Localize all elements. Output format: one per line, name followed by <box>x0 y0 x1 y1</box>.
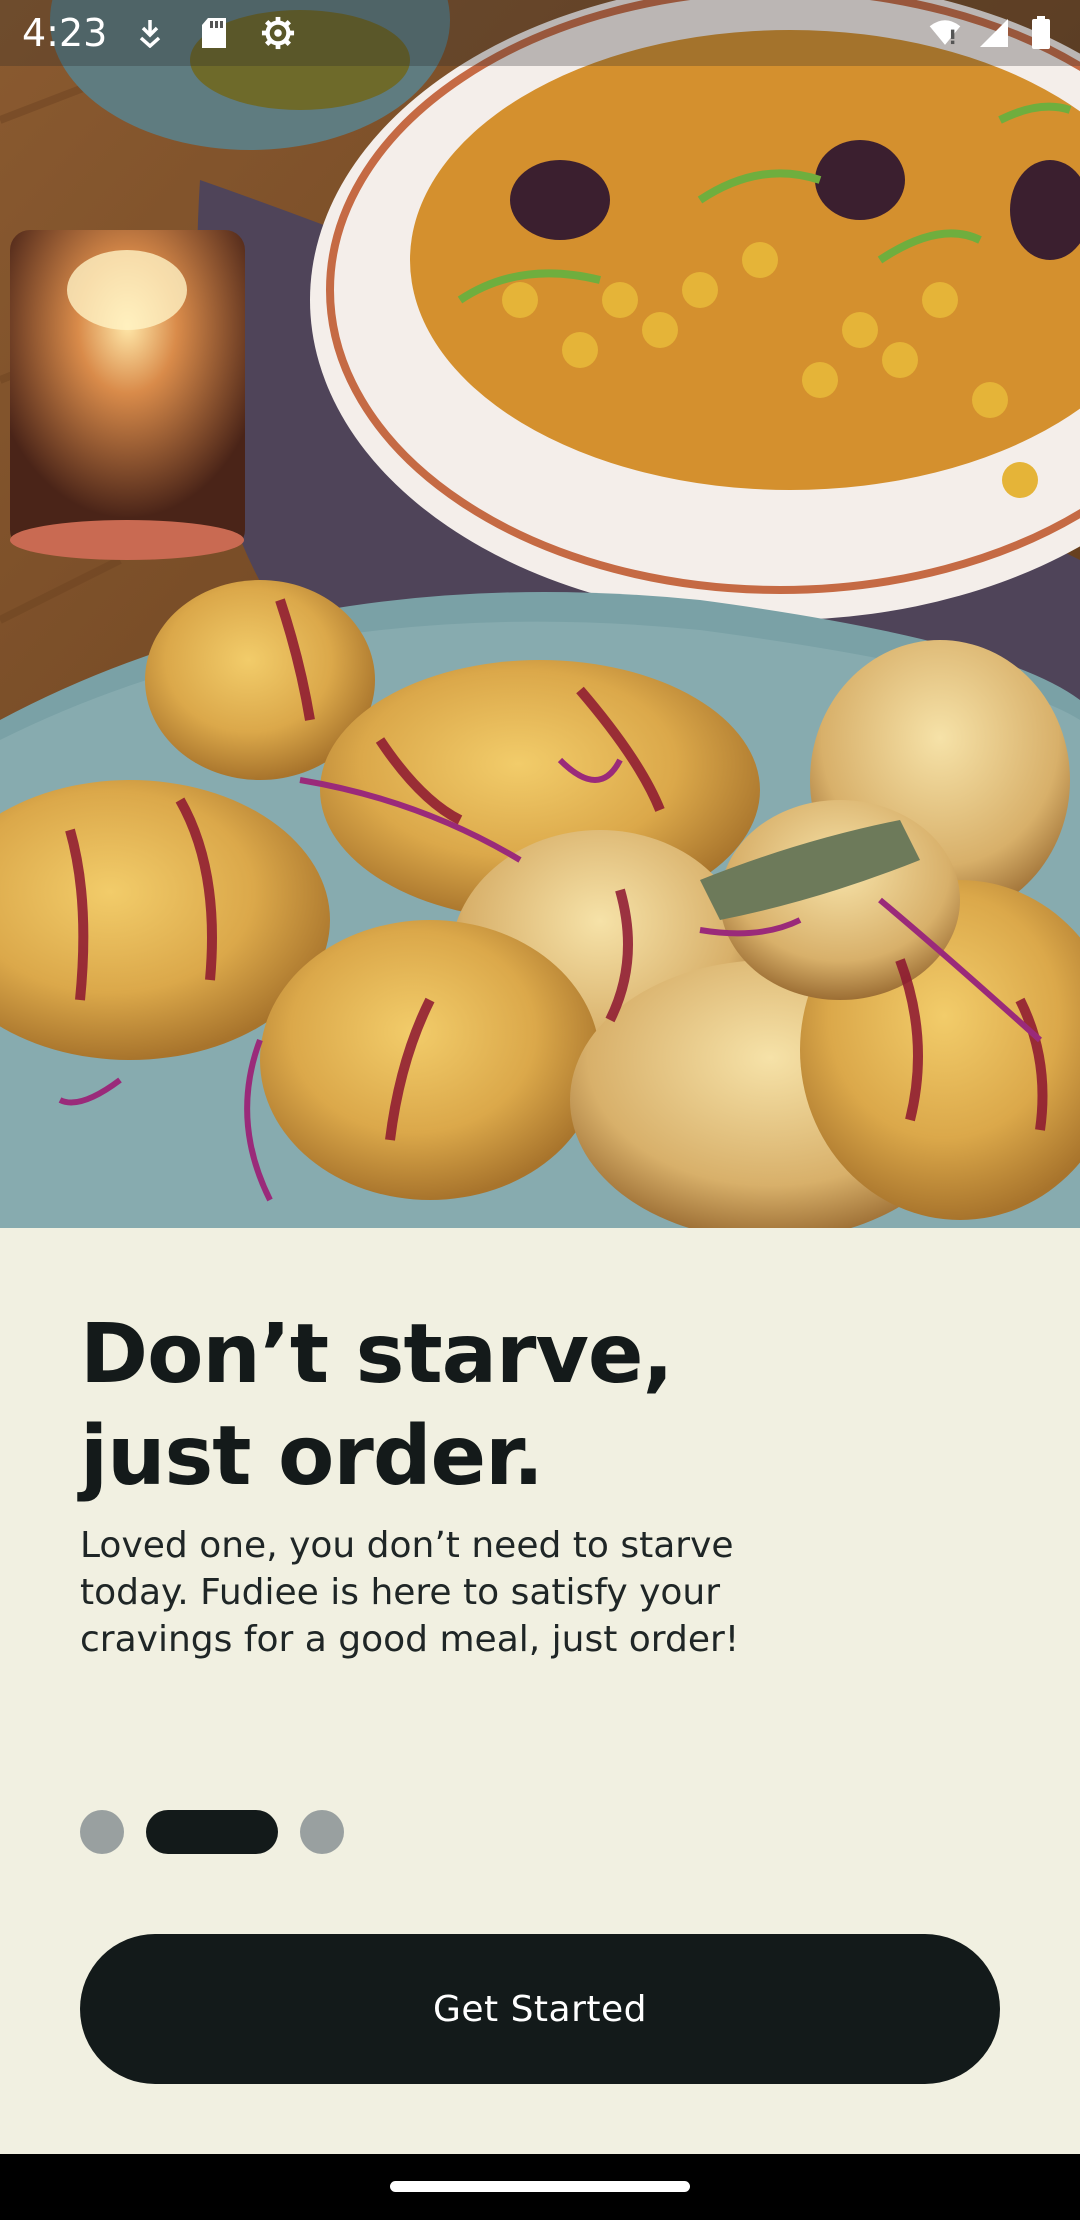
description-line-2: today. Fudiee is here to satisfy your <box>80 1572 721 1613</box>
wifi-alert-icon <box>928 16 962 50</box>
onboarding-content: Don’t starve, just order. Loved one, you… <box>0 1228 1080 2154</box>
onboarding-headline: Don’t starve, just order. <box>80 1304 840 1508</box>
onboarding-description: Loved one, you don’t need to starve toda… <box>80 1522 780 1663</box>
page-indicator-dot-1[interactable] <box>80 1810 124 1854</box>
cell-signal-icon <box>976 16 1010 50</box>
status-time: 4:23 <box>22 11 108 55</box>
hero-food-image <box>0 0 1080 1228</box>
page-indicator <box>80 1810 344 1854</box>
get-started-button[interactable]: Get Started <box>80 1934 1000 2084</box>
system-navigation-bar <box>0 2154 1080 2220</box>
page-indicator-dot-2-active[interactable] <box>146 1810 278 1854</box>
download-icon <box>133 16 167 50</box>
settings-gear-icon <box>261 16 295 50</box>
headline-line-1: Don’t starve, <box>80 1307 674 1402</box>
sd-card-icon <box>197 16 231 50</box>
status-bar: 4:23 <box>0 0 1080 66</box>
description-line-1: Loved one, you don’t need to starve <box>80 1525 734 1566</box>
headline-line-2: just order. <box>80 1409 544 1504</box>
description-line-3: cravings for a good meal, just order! <box>80 1619 740 1660</box>
page-indicator-dot-3[interactable] <box>300 1810 344 1854</box>
home-gesture-handle[interactable] <box>390 2181 690 2192</box>
battery-icon <box>1024 16 1058 50</box>
